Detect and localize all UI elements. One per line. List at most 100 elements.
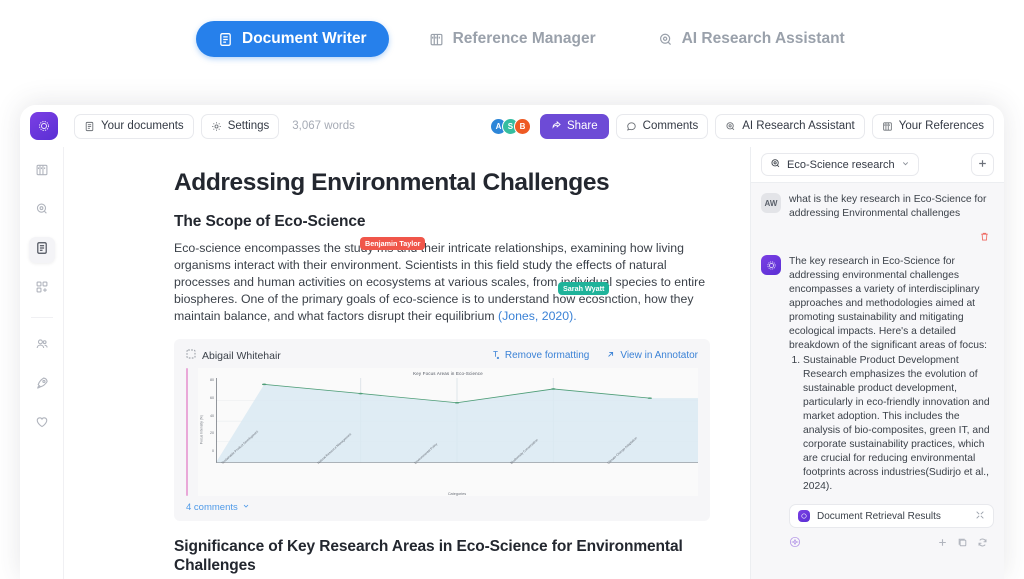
app-logo-icon[interactable] xyxy=(30,112,58,140)
chat-message-user: AW what is the key research in Eco-Scien… xyxy=(761,193,994,221)
ai-chat-icon xyxy=(725,121,736,132)
toolbar-right-group: A S B Share Comments AI Research Assista… xyxy=(489,113,994,139)
ai-research-assistant-button[interactable]: AI Research Assistant xyxy=(715,113,865,139)
comment-icon xyxy=(626,121,637,132)
page-title: Addressing Environmental Challenges xyxy=(174,169,610,196)
figure-author: Abigail Whitehair xyxy=(186,349,281,362)
rocket-icon xyxy=(35,376,49,395)
thread-label: Eco-Science research xyxy=(787,158,895,171)
section-heading-2: Significance of Key Research Areas in Ec… xyxy=(174,538,683,574)
sidebar-item-documents[interactable] xyxy=(28,237,55,263)
sidebar-item-widgets[interactable] xyxy=(29,276,55,302)
product-tab-bar: Document Writer Reference Manager AI Res… xyxy=(0,0,1024,62)
sidebar-item-launch[interactable] xyxy=(29,372,55,398)
sidebar-item-assistant[interactable] xyxy=(29,198,55,224)
chart-x-tick-labels: Sustainable Product Development Natural … xyxy=(216,430,698,492)
remove-formatting-label: Remove formatting xyxy=(504,350,590,361)
inline-citation[interactable]: (Jones, 2020). xyxy=(498,309,577,323)
tab-label: Reference Manager xyxy=(452,30,596,47)
figure-author-name: Abigail Whitehair xyxy=(202,349,281,362)
document-canvas[interactable]: Addressing Environmental Challenges The … xyxy=(64,147,750,579)
view-in-annotator-button[interactable]: View in Annotator xyxy=(606,350,698,362)
copy-icon[interactable] xyxy=(957,535,968,553)
document-icon xyxy=(35,241,49,260)
collaborator-tag-sarah-wyatt[interactable]: Sarah Wyatt xyxy=(558,282,610,296)
message-action-group xyxy=(937,535,988,553)
sidebar-item-team[interactable] xyxy=(29,333,55,359)
figure-comments-link[interactable]: 4 comments xyxy=(186,502,698,513)
tab-reference-manager[interactable]: Reference Manager xyxy=(407,21,618,57)
section-heading-1: The Scope of Eco-Science xyxy=(174,213,366,230)
chart-x-axis-label: Categories xyxy=(447,492,467,496)
chat-header: Eco-Science research xyxy=(751,147,1004,183)
trash-icon[interactable] xyxy=(979,229,990,247)
document-icon xyxy=(218,32,233,47)
change-marker-bar xyxy=(186,368,188,496)
expand-icon[interactable] xyxy=(975,510,985,523)
document-paragraph-1: Eco-science encompasses the study ms and… xyxy=(174,237,710,325)
settings-button[interactable]: Settings xyxy=(200,113,280,139)
new-thread-button[interactable] xyxy=(971,153,994,176)
users-icon xyxy=(35,337,49,356)
ai-chat-icon xyxy=(658,32,673,47)
comments-button[interactable]: Comments xyxy=(615,113,709,139)
external-link-icon xyxy=(606,350,615,362)
tab-document-writer[interactable]: Document Writer xyxy=(196,21,389,57)
ai-chat-icon xyxy=(35,202,49,221)
avatar: AW xyxy=(761,193,781,213)
remove-formatting-button[interactable]: Remove formatting xyxy=(491,350,589,362)
figure-card: Abigail Whitehair Remove formatting View… xyxy=(174,339,710,521)
ai-chat-panel: Eco-Science research AW what is the key … xyxy=(750,147,1004,579)
y-tick: 80 xyxy=(210,378,214,382)
sidebar-divider xyxy=(30,317,53,318)
retrieval-label: Document Retrieval Results xyxy=(817,510,941,522)
thread-selector[interactable]: Eco-Science research xyxy=(761,153,919,176)
gear-icon xyxy=(211,121,222,132)
share-button[interactable]: Share xyxy=(539,113,609,139)
selection-frame-icon xyxy=(186,349,196,362)
your-references-button[interactable]: Your References xyxy=(871,113,994,139)
chart-y-ticks: 80 60 40 20 0 xyxy=(205,378,216,466)
avatar[interactable]: B xyxy=(513,117,531,135)
user-message-text: what is the key research in Eco-Science … xyxy=(789,194,987,219)
sparkle-icon[interactable] xyxy=(789,535,801,553)
plus-icon xyxy=(977,157,988,172)
left-sidebar xyxy=(20,147,64,579)
your-documents-button[interactable]: Your documents xyxy=(74,113,194,139)
chart-title: Key Focus Areas in Eco-Science xyxy=(413,371,483,376)
assistant-intro: The key research in Eco-Science for addr… xyxy=(789,256,988,351)
tab-ai-research-assistant[interactable]: AI Research Assistant xyxy=(636,21,867,57)
view-in-annotator-label: View in Annotator xyxy=(620,350,698,361)
sidebar-item-favorites[interactable] xyxy=(29,411,55,437)
collaborator-tag-benjamin-taylor[interactable]: Benjamin Taylor xyxy=(360,237,426,251)
paragraph-text-a: Eco-science encompasses the study xyxy=(174,241,378,255)
your-documents-label: Your documents xyxy=(101,120,184,132)
plus-icon[interactable] xyxy=(937,535,948,553)
word-count: 3,067 words xyxy=(292,120,355,132)
library-icon xyxy=(882,121,893,132)
app-logo-icon xyxy=(761,255,781,275)
app-window: Your documents Settings 3,067 words A S … xyxy=(20,105,1004,579)
document-icon xyxy=(84,121,95,132)
figure-header: Abigail Whitehair Remove formatting View… xyxy=(186,349,698,362)
heart-icon xyxy=(35,415,49,434)
app-toolbar: Your documents Settings 3,067 words A S … xyxy=(20,105,1004,147)
chevron-down-icon xyxy=(901,159,910,171)
y-tick: 20 xyxy=(210,431,214,436)
refresh-icon[interactable] xyxy=(977,535,988,553)
tab-label: AI Research Assistant xyxy=(681,30,845,47)
tab-label: Document Writer xyxy=(242,30,367,47)
document-retrieval-results-card[interactable]: Document Retrieval Results xyxy=(789,504,994,528)
library-icon xyxy=(429,32,444,47)
app-body: Addressing Environmental Challenges The … xyxy=(20,147,1004,579)
share-label: Share xyxy=(566,120,598,132)
collaborator-avatars: A S B xyxy=(489,117,531,135)
delete-message-row xyxy=(761,227,994,255)
chevron-down-icon xyxy=(242,502,250,513)
comments-label: Comments xyxy=(642,120,699,132)
sidebar-item-library[interactable] xyxy=(29,159,55,185)
chat-messages[interactable]: AW what is the key research in Eco-Scien… xyxy=(751,183,1004,579)
chart-y-axis-label: Focus Intensity (%) xyxy=(199,414,204,444)
ai-research-assistant-label: AI Research Assistant xyxy=(742,120,855,132)
settings-label: Settings xyxy=(227,120,270,132)
